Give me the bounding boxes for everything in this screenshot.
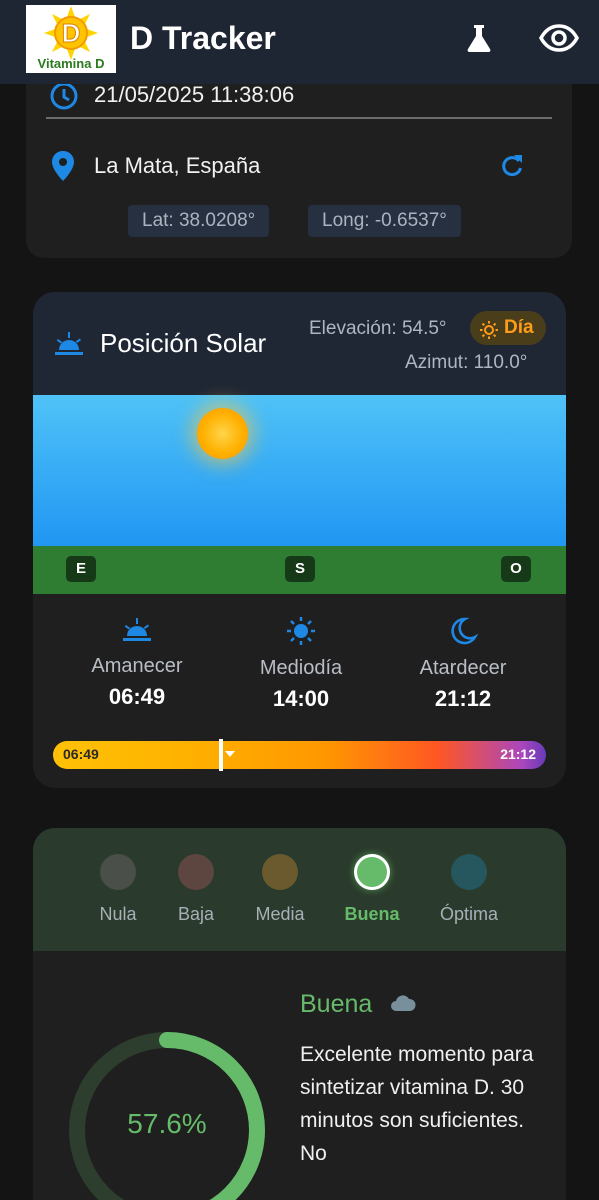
visibility-button[interactable] [537,18,581,62]
location-pin-icon [50,150,76,187]
level-dot [451,854,487,890]
level-label: Nula [99,904,137,924]
solar-title: Posición Solar [100,328,267,358]
refresh-location-button[interactable] [498,152,526,185]
daylight-progress-bar: 06:49 21:12 [53,739,546,771]
flask-icon [463,22,495,59]
moon-icon [448,617,479,650]
sunrise-icon [121,618,153,648]
elevation-text: Elevación: 54.5° [309,318,447,339]
level-label: Media [255,904,305,924]
sun [197,408,248,459]
datetime-text: 21/05/2025 11:38:06 [94,82,295,107]
noon-time: 14:00 [272,686,330,711]
level-baja[interactable]: Baja [156,854,236,925]
level-dot [100,854,136,890]
clock-icon [48,80,80,117]
quality-levels: Nula Baja Media Buena Óptima [33,828,566,951]
sky-view [33,395,566,546]
noon-column: Mediodía 14:00 [221,616,381,712]
daybar-start: 06:49 [63,746,99,762]
location-name: La Mata, España [94,153,261,178]
sunset-time: 21:12 [434,686,492,711]
sunrise-label: Amanecer [91,655,183,677]
divider [46,117,552,119]
direction-east: E [66,556,96,582]
vitamina-d-logo: D Vitamina D [26,5,116,73]
app-bar: D Vitamina D D Tracker [0,0,599,84]
sunrise-column: Amanecer 06:49 [57,616,217,710]
quality-title: Buena [300,990,417,1020]
sunrise-time: 06:49 [108,684,166,709]
gauge-percent: 57.6% [127,1108,207,1139]
level-buena[interactable]: Buena [332,854,412,925]
app-title: D Tracker [130,20,276,56]
refresh-icon [498,155,526,184]
flask-button[interactable] [457,18,501,62]
latitude-chip: Lat: 38.0208° [128,205,270,237]
ground: E S O [33,546,566,594]
direction-south: S [285,556,315,582]
quality-card: Nula Baja Media Buena Óptima 57.6% Buena… [33,828,566,1200]
longitude-chip: Long: -0.6537° [308,205,461,237]
level-label: Buena [344,904,400,924]
level-nula[interactable]: Nula [78,854,158,925]
daybar-end: 21:12 [500,746,536,762]
svg-text:D: D [62,18,81,48]
level-dot [262,854,298,890]
eye-icon [538,23,580,58]
quality-title-label: Buena [300,990,373,1018]
level-label: Baja [177,904,215,924]
direction-west: O [501,556,531,582]
quality-description: Excelente momento para sintetizar vitami… [300,1043,534,1165]
azimuth-text: Azimut: 110.0° [405,352,528,373]
noon-label: Mediodía [259,657,343,679]
sunset-label: Atardecer [419,657,507,679]
current-time-marker [219,739,223,771]
svg-text:Vitamina D: Vitamina D [38,56,105,71]
day-badge-label: Día [504,317,534,338]
current-time-arrow [225,751,235,757]
cloud-icon [389,991,417,1020]
level-dot [178,854,214,890]
sunrise-header-icon [53,330,85,363]
level-label: Óptima [439,904,499,924]
sunset-column: Atardecer 21:12 [383,616,543,712]
solar-position-card: Posición Solar Elevación: 54.5° Azimut: … [33,292,566,788]
level-media[interactable]: Media [240,854,320,925]
level-optima[interactable]: Óptima [429,854,509,925]
sun-times: Amanecer 06:49 Mediodía 14:00 Atardecer … [33,594,566,788]
level-dot [354,854,390,890]
datetime-row: 21/05/2025 11:38:06 [46,82,552,118]
sun-badge-icon [479,318,499,352]
solar-header: Posición Solar Elevación: 54.5° Azimut: … [33,292,566,395]
day-badge: Día [470,311,546,345]
sun-icon [285,617,317,650]
